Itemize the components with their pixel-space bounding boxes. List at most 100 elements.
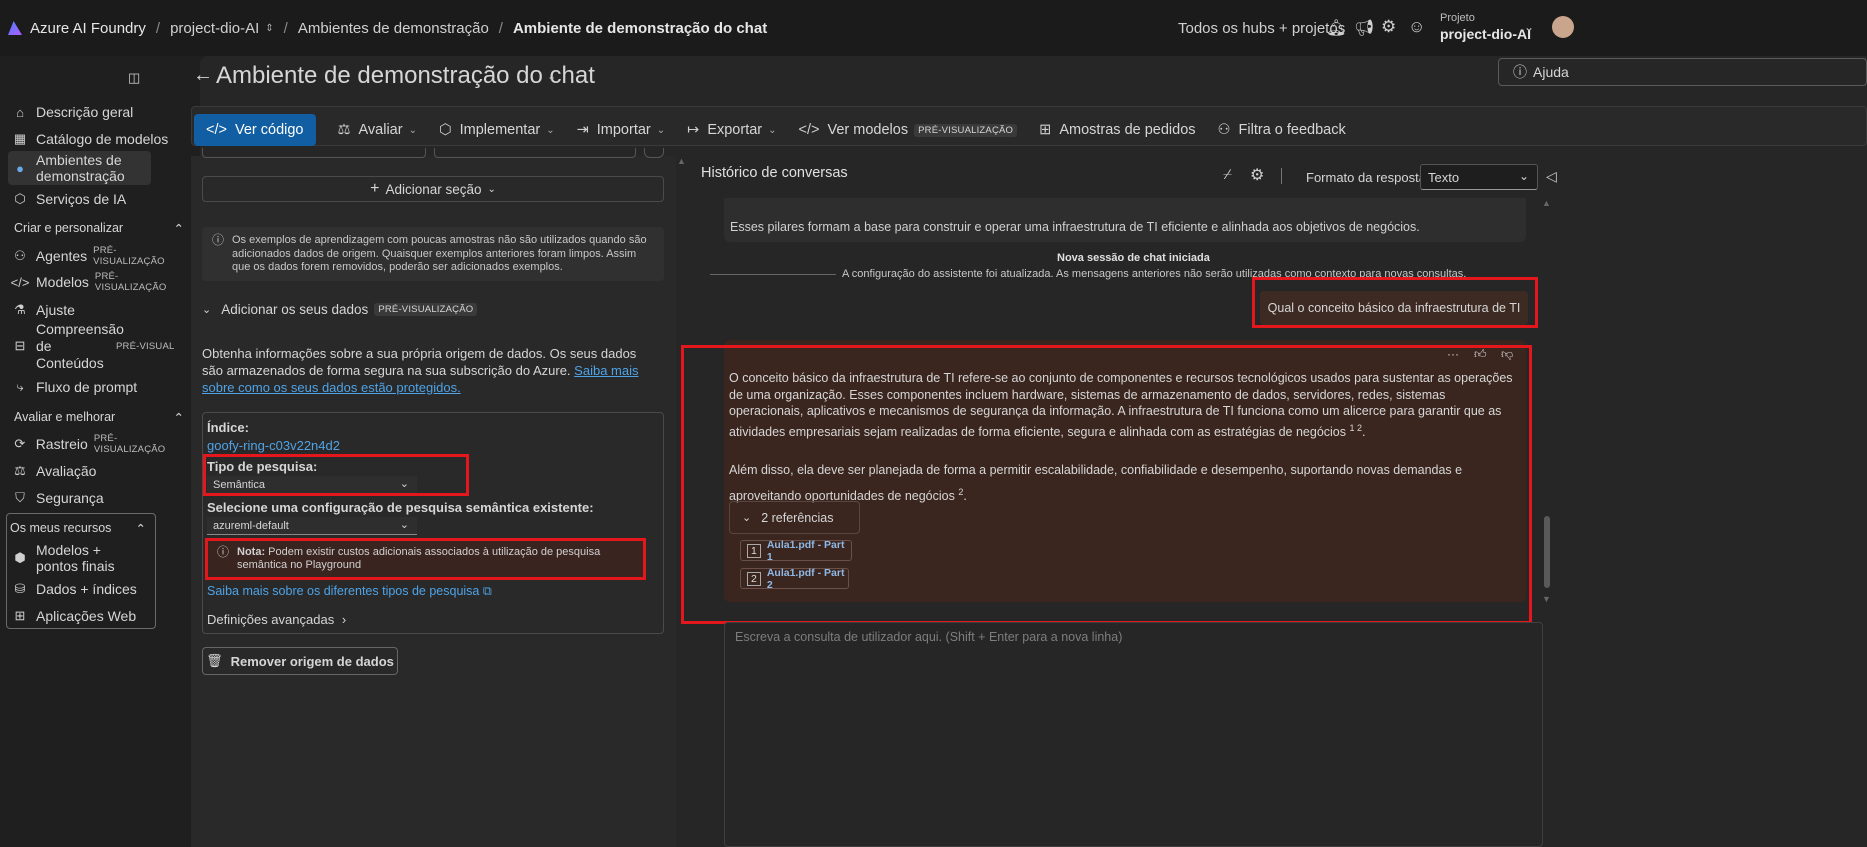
catalog-icon: ▦ [13,131,27,146]
nav-overview[interactable]: ⌂ Descrição geral [12,102,187,122]
import-button[interactable]: ⇥ Importar ⌄ [577,122,666,138]
chat-scrollbar[interactable]: ▲ ▼ [1542,198,1552,610]
nav-safety[interactable]: ⛉ Segurança [12,488,187,508]
nav-label: Ajuste [36,302,75,318]
info-icon: ⓘ [212,233,225,247]
response-format-value: Texto [1428,170,1460,185]
partial-field-row [202,148,664,158]
trace-icon: ⟳ [14,436,26,451]
previous-assistant-message: Esses pilares formam a base para constru… [724,198,1526,242]
nav-label: Avaliação [36,463,97,479]
title-chevron-icon[interactable]: ⌄ [547,70,556,83]
preview-badge: PRÉ-VISUALIZAÇÃO [94,271,167,293]
response-format-select[interactable]: Texto ⌄ [1420,164,1538,190]
back-arrow-icon[interactable]: ← [193,64,213,87]
nav-model-catalog[interactable]: ▦ Catálogo de modelos [12,129,187,149]
preview-badge: PRÉ-VISUAL [116,340,175,352]
import-label: Importar [596,122,651,138]
home-icon: ⌂ [16,104,24,120]
view-models-button[interactable]: </> Ver modelos PRÉ-VISUALIZAÇÃO [799,122,1018,138]
avatar[interactable] [1552,16,1574,38]
group-evaluate-improve[interactable]: Avaliar e melhorar ⌃ [14,410,184,425]
semantic-config-label: Selecione uma configuração de pesquisa s… [207,500,594,515]
nav-label: Agentes [35,248,88,264]
code-icon: </> [10,274,30,290]
services-icon: ⬡ [14,191,26,206]
megaphone-icon[interactable]: 📢︎ [1354,18,1374,38]
advanced-settings-toggle[interactable]: Definições avançadas › [207,612,346,627]
database-icon: ⛁ [14,581,26,596]
nav-playgrounds[interactable]: ● Ambientes de demonstração [8,151,151,185]
group-my-resources[interactable]: Os meus recursos ⌃ [10,521,146,536]
add-section-button[interactable]: + Adicionar seção ⌄ [202,176,664,202]
chevron-down-icon[interactable]: ⌄ [1524,20,1534,34]
nav-data-indexes[interactable]: ⛁ Dados + índices [12,579,187,599]
evaluate-label: Avaliar [358,122,403,138]
chevron-right-icon: › [341,612,347,627]
divider [1281,168,1282,184]
shield-icon: ⛉ [15,490,25,505]
brand-name[interactable]: Azure AI Foundry [30,20,146,37]
gear-icon[interactable]: ⚙ [1250,165,1264,185]
index-value-link[interactable]: goofy-ring-c03v22n4d2 [207,438,340,453]
speaker-icon[interactable]: ◁ [1546,168,1557,185]
bell-icon[interactable]: 🔔︎ [1326,18,1346,38]
breadcrumb-project[interactable]: project-dio-AI [170,20,259,37]
chevron-down-icon: ⌄ [202,304,212,316]
collapse-nav-icon[interactable]: ◫ [128,70,140,86]
evaluate-button[interactable]: ⚖ Avaliar ⌄ [338,122,417,138]
chevron-up-icon: ⌃ [173,411,184,425]
samples-button[interactable]: ⊞ Amostras de pedidos [1039,122,1195,138]
scroll-thumb[interactable] [1544,516,1550,588]
help-button[interactable]: ⓘ Ajuda [1498,58,1867,86]
project-switcher[interactable]: Projeto project-dio-AI [1440,12,1531,42]
nav-content-understanding[interactable]: ⊟ Compreensão de Conteúdos PRÉ-VISUAL [12,320,187,372]
deploy-button[interactable]: ⬡ Implementar ⌄ [439,122,555,138]
nav-models[interactable]: </> Modelos PRÉ-VISUALIZAÇÃO [10,271,187,293]
nav-ai-services[interactable]: ⬡ Serviços de IA [12,189,187,209]
gear-icon[interactable]: ⚙ [1381,17,1396,37]
search-types-link[interactable]: Saiba mais sobre os diferentes tipos de … [207,584,492,599]
remove-data-source-button[interactable]: 🗑︎ Remover origem de dados [202,647,398,675]
smiley-icon[interactable]: ☺ [1408,17,1425,37]
highlight-search-type [203,454,469,496]
grid-icon: ⊞ [1039,122,1052,138]
plus-icon: + [370,180,380,197]
semantic-config-select[interactable]: azureml-default ⌄ [207,517,417,535]
add-section-label: Adicionar seção [385,181,482,197]
help-label: Ajuda [1533,64,1569,80]
nav-label: Compreensão de Conteúdos [36,320,124,371]
view-code-button[interactable]: </> Ver código [194,114,316,146]
chat-history-title: Histórico de conversas [701,165,848,181]
view-models-label: Ver modelos [827,122,909,138]
preview-badge: PRÉ-VISUALIZAÇÃO [93,433,166,455]
nav-agents[interactable]: ⚇ Agentes PRÉ-VISUALIZAÇÃO [12,245,187,267]
group-create-customize[interactable]: Criar e personalizar ⌃ [14,221,184,236]
nav-prompt-flow[interactable]: ⤷ Fluxo de prompt [12,377,187,397]
breadcrumb-playgrounds[interactable]: Ambientes de demonstração [298,20,489,37]
advanced-label: Definições avançadas [207,612,335,627]
nav-tracing[interactable]: ⟳ Rastreio PRÉ-VISUALIZAÇÃO [12,433,187,455]
add-data-header[interactable]: ⌄ Adicionar os seus dados PRÉ-VISUALIZAÇ… [202,302,478,317]
top-bar: Azure AI Foundry / project-dio-AI ⇕ / Am… [0,0,1867,56]
semantic-config-value: azureml-default [213,520,289,532]
user-query-input[interactable]: Escreva a consulta de utilizador aqui. (… [724,622,1543,847]
group-title: Criar e personalizar [14,221,124,235]
nav-fine-tuning[interactable]: ⚗ Ajuste [12,300,187,320]
breadcrumb-separator: / [155,19,161,37]
nav-models-endpoints[interactable]: ⬢ Modelos + pontos finais [12,540,187,576]
trash-icon: 🗑︎ [206,653,223,668]
nav-label: Rastreio [35,436,88,452]
help-icon: ⓘ [1513,64,1527,80]
feedback-button[interactable]: ⚇ Filtra o feedback [1218,122,1346,138]
nav-web-apps[interactable]: ⊞ Aplicações Web [12,606,187,626]
code-icon: </> [798,122,820,138]
chevron-updown-icon[interactable]: ⇕ [265,23,273,34]
nav-label: Fluxo de prompt [36,379,138,395]
broom-icon[interactable]: ⌿ [1223,166,1232,183]
nav-label: Descrição geral [36,104,134,120]
all-hubs-link[interactable]: Todos os hubs + projetos [1178,20,1345,37]
nav-evaluation[interactable]: ⚖ Avaliação [12,461,187,481]
people-icon: ⚇ [1217,122,1231,138]
export-button[interactable]: ↦ Exportar ⌄ [687,122,776,138]
